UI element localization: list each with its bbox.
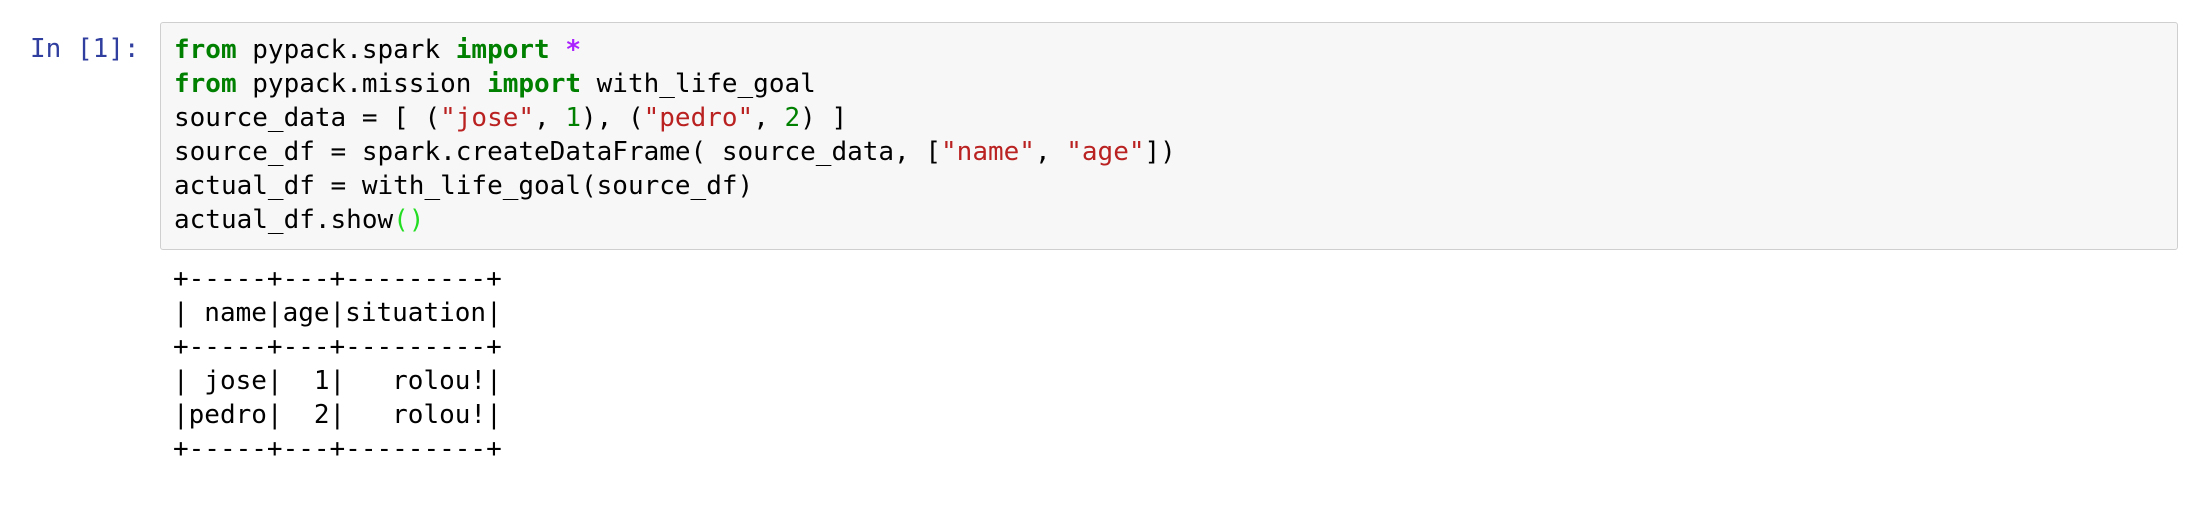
keyword: from <box>174 69 237 99</box>
output-line: +-----+---+---------+ <box>173 434 502 464</box>
keyword: from <box>174 35 237 65</box>
code-text: source_df = spark.createDataFrame( sourc… <box>174 137 942 167</box>
number-literal: 2 <box>784 103 801 133</box>
input-prompt: In [1]: <box>30 34 140 64</box>
number-literal: 1 <box>565 103 581 133</box>
output-line: +-----+---+---------+ <box>173 264 502 294</box>
code-line-3: source_data = [ ("jose", 1), ("pedro", 2… <box>174 103 847 133</box>
code-text: , <box>1034 137 1067 167</box>
code-line-5: actual_df = with_life_goal(source_df) <box>174 171 754 201</box>
code-line-1: from pypack.spark import * <box>174 35 581 65</box>
output-line: | jose| 1| rolou!| <box>173 366 502 396</box>
code-text: actual_df.show <box>174 205 394 235</box>
code-line-6: actual_df.show() <box>174 205 424 235</box>
cell-output: +-----+---+---------+ | name|age|situati… <box>173 262 502 466</box>
code-text: ), ( <box>581 103 644 133</box>
module-name: pypack.mission <box>236 69 488 99</box>
string-literal: "jose" <box>440 103 535 133</box>
matched-parentheses: () <box>393 205 425 235</box>
code-text: , <box>534 103 566 133</box>
code-editor[interactable]: from pypack.spark import * from pypack.m… <box>174 33 1176 237</box>
wildcard-operator: * <box>565 35 582 65</box>
notebook-cell: In [1]: from pypack.spark import * from … <box>0 0 2205 508</box>
imported-name: with_life_goal <box>581 69 816 99</box>
output-line: |pedro| 2| rolou!| <box>173 400 502 430</box>
module-name: pypack.spark <box>236 35 456 65</box>
code-text: source_data = [ ( <box>174 103 441 133</box>
code-input-area[interactable]: from pypack.spark import * from pypack.m… <box>160 22 2178 250</box>
code-line-4: source_df = spark.createDataFrame( sourc… <box>174 137 1176 167</box>
string-literal: "pedro" <box>643 103 754 133</box>
output-line: +-----+---+---------+ <box>173 332 502 362</box>
code-text: , <box>753 103 785 133</box>
string-literal: "name" <box>941 137 1035 167</box>
string-literal: "age" <box>1066 137 1145 167</box>
code-text: ) ] <box>800 103 848 133</box>
keyword: import <box>487 69 581 99</box>
keyword: import <box>455 35 550 65</box>
output-line: | name|age|situation| <box>173 298 502 328</box>
code-line-2: from pypack.mission import with_life_goa… <box>174 69 816 99</box>
code-text: ]) <box>1144 137 1176 167</box>
